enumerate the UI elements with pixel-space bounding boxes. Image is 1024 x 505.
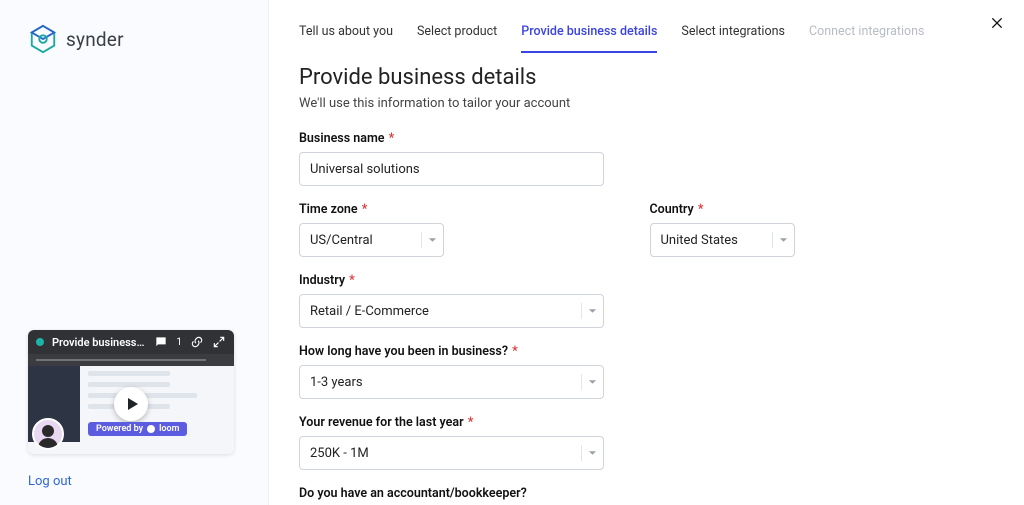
business-name-input[interactable]: Universal solutions xyxy=(299,152,604,186)
record-dot-icon xyxy=(36,338,44,346)
logout-link[interactable]: Log out xyxy=(28,474,240,489)
help-video-card[interactable]: Provide business d... 1 xyxy=(28,330,234,454)
tenure-label: How long have you been in business? * xyxy=(299,344,984,359)
help-video-title: Provide business d... xyxy=(52,336,146,349)
presenter-avatar xyxy=(32,418,64,450)
brand-logo-icon xyxy=(28,24,58,54)
link-icon[interactable] xyxy=(190,335,204,349)
accountant-label: Do you have an accountant/bookkeeper? xyxy=(299,486,984,501)
time-zone-label: Time zone * xyxy=(299,202,634,217)
brand-logo: synder xyxy=(28,24,240,54)
step-provide-business-details[interactable]: Provide business details xyxy=(521,24,657,53)
step-select-product[interactable]: Select product xyxy=(417,24,497,53)
step-tell-us-about-you[interactable]: Tell us about you xyxy=(299,24,393,53)
step-connect-integrations: Connect integrations xyxy=(809,24,925,53)
chevron-down-icon xyxy=(581,374,597,390)
comment-count: 1 xyxy=(176,337,182,348)
chevron-down-icon xyxy=(581,303,597,319)
help-video-preview[interactable]: Powered by loom xyxy=(28,354,234,454)
sidebar: synder Provide business d... 1 xyxy=(0,0,268,505)
help-video-header: Provide business d... 1 xyxy=(28,330,234,354)
time-zone-select[interactable]: US/Central xyxy=(299,223,444,257)
play-icon[interactable] xyxy=(114,387,148,421)
page-title: Provide business details xyxy=(299,65,984,90)
onboarding-stepper: Tell us about you Select product Provide… xyxy=(299,16,984,53)
powered-by-badge: Powered by loom xyxy=(88,422,187,436)
close-icon[interactable] xyxy=(986,12,1008,34)
revenue-label: Your revenue for the last year * xyxy=(299,415,984,430)
expand-icon[interactable] xyxy=(212,335,226,349)
video-progress[interactable] xyxy=(28,354,234,366)
business-name-label: Business name * xyxy=(299,131,984,146)
revenue-select[interactable]: 250K - 1M xyxy=(299,436,604,470)
chevron-down-icon xyxy=(581,445,597,461)
industry-label: Industry * xyxy=(299,273,984,288)
country-select[interactable]: United States xyxy=(650,223,795,257)
main-content: Tell us about you Select product Provide… xyxy=(268,0,1024,505)
tenure-select[interactable]: 1-3 years xyxy=(299,365,604,399)
country-label: Country * xyxy=(650,202,985,217)
step-select-integrations[interactable]: Select integrations xyxy=(681,24,785,53)
brand-name: synder xyxy=(66,28,124,51)
industry-select[interactable]: Retail / E-Commerce xyxy=(299,294,604,328)
chevron-down-icon xyxy=(421,232,437,248)
chevron-down-icon xyxy=(772,232,788,248)
comment-icon[interactable] xyxy=(154,335,168,349)
page-subtitle: We'll use this information to tailor you… xyxy=(299,96,984,111)
